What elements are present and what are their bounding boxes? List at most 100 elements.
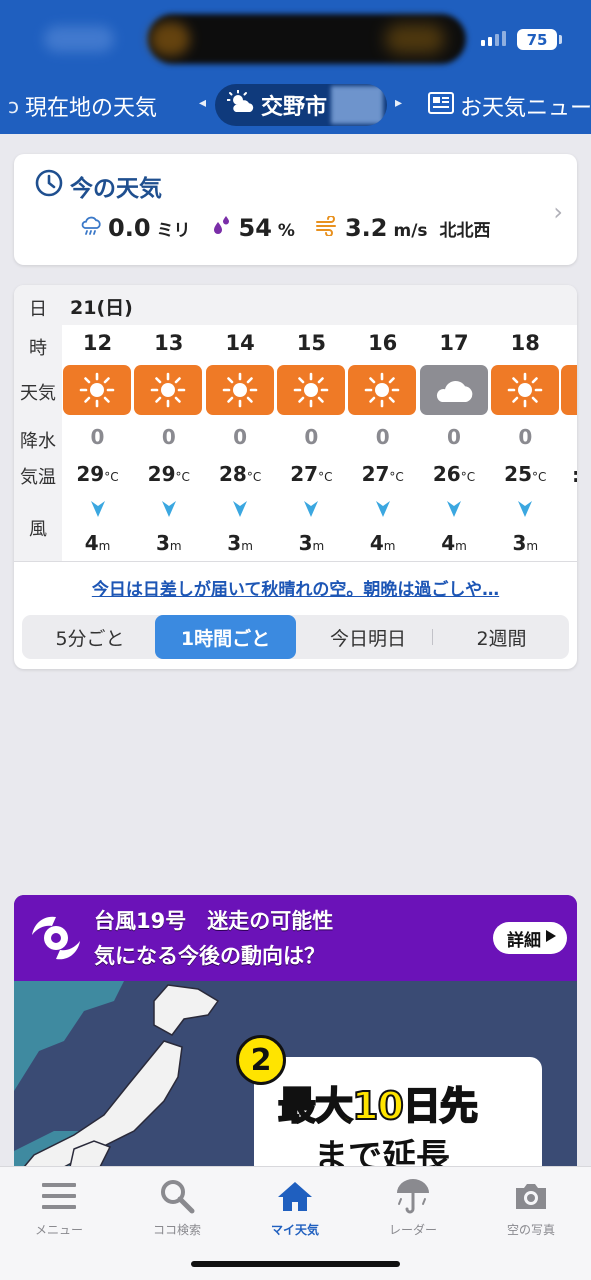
wind-direction-arrow-icon [62, 500, 133, 522]
cloud-icon [419, 365, 488, 415]
sun-icon [63, 365, 131, 415]
divider [14, 561, 577, 562]
chevron-right-icon: › [553, 198, 563, 226]
wind-speed-value: 3m [490, 531, 561, 555]
sun-icon [348, 365, 417, 415]
wind-number: 3 [155, 531, 170, 555]
home-indicator [191, 1261, 400, 1267]
temp-value: 28°C [205, 462, 276, 486]
current-weather-card[interactable]: 今の天気 0.0 ミリ 54 % 3.2 m/s 北北西 › [14, 154, 577, 265]
temp-unit: °C [532, 470, 547, 484]
hour-label: 16 [368, 331, 398, 355]
wind-speed-value: 3m [276, 531, 347, 555]
hour-column: 16 0 27°C 4m [347, 285, 418, 561]
tab-my-weather[interactable]: マイ天気 [236, 1175, 354, 1238]
wind-direction-arrow-icon [133, 500, 204, 522]
temp-value: 26°C [419, 462, 490, 486]
wind-speed-value: 4m [347, 531, 418, 555]
promo-subline: まで延長 [314, 1137, 450, 1167]
rain-value: 0 [161, 425, 176, 449]
row-labels: 日 時 天気 降水 気温 風 [14, 285, 62, 561]
umbrella-icon [354, 1175, 472, 1217]
wind-number: 4 [84, 531, 99, 555]
typhoon-banner[interactable]: 台風19号 迷走の可能性 気になる今後の動向は？ 詳細 2 最大10日先 まで延… [14, 895, 577, 1167]
nav-next-arrow-icon[interactable]: ▸ [395, 95, 402, 111]
temp-unit: °C [460, 470, 476, 484]
hour-column: 14 0 28°C 3m [205, 285, 276, 561]
hour-label: 15 [296, 331, 326, 355]
nav-weather-news[interactable]: お天気ニュー [428, 90, 591, 122]
label-day: 日 [29, 299, 47, 320]
segment-1hour[interactable]: 1時間ごと [155, 615, 296, 659]
temp-number: 29 [76, 462, 105, 486]
hour-column: 18 0 25°C 3m [490, 285, 561, 561]
top-navigation: ↄ 現在地の天気 ◂ 交野市 ▸ お天気ニュー [0, 78, 591, 134]
signal-icon [481, 31, 506, 46]
redacted-part [150, 22, 190, 56]
nav-prev-arrow-icon[interactable]: ◂ [199, 95, 206, 111]
location-icon: ↄ [8, 94, 19, 118]
camera-icon [472, 1175, 590, 1217]
hour-label: 17 [439, 331, 469, 355]
wind-speed-value: 3m [205, 531, 276, 555]
status-bar: 75 [0, 0, 591, 78]
wind-number: 3 [227, 531, 242, 555]
nav-right-label: お天気ニュー [460, 96, 591, 121]
tab-sky-photos-label: 空の写真 [506, 1223, 555, 1237]
nav-my-location[interactable]: 交野市 [215, 84, 387, 126]
label-weather: 天気 [20, 383, 56, 404]
hour-column: 13 0 29°C 3m [133, 285, 204, 561]
temp-value: 27°C [347, 462, 418, 486]
wind-direction-arrow-icon [419, 500, 490, 522]
wind-number: 3 [512, 531, 527, 555]
partly-sunny-icon [226, 89, 255, 120]
battery-tip [559, 35, 562, 44]
banner-headline-1: 台風19号 迷走の可能性 [94, 909, 334, 933]
tab-search[interactable]: ココ検索 [118, 1175, 236, 1238]
hour-label: 13 [154, 331, 184, 355]
segment-2weeks[interactable]: 2週間 [434, 615, 569, 659]
temp-number: 27 [361, 462, 390, 486]
wind-unit: m [169, 539, 182, 553]
hour-column: 12 0 29°C 4m [62, 285, 133, 561]
temp-number: 26 [432, 462, 461, 486]
tab-menu[interactable]: メニュー [0, 1175, 118, 1238]
redacted-time [44, 26, 114, 52]
wind-direction-arrow-icon [205, 500, 276, 522]
interval-segmented-control: 5分ごと 1時間ごと 今日明日 2週間 [22, 615, 569, 659]
play-triangle-icon [545, 928, 557, 948]
battery-icon: 75 [517, 29, 557, 50]
temp-value: 25°C [490, 462, 561, 486]
temp-unit: °C [389, 470, 404, 484]
current-weather-title: 今の天気 [34, 168, 162, 204]
temp-number: 28 [218, 462, 247, 486]
tab-radar[interactable]: レーダー [354, 1175, 472, 1238]
label-wind: 風 [29, 519, 47, 540]
segment-today-tomorrow[interactable]: 今日明日 [300, 615, 436, 659]
menu-icon [0, 1175, 118, 1217]
wind-number: 4 [441, 531, 456, 555]
forecast-comment-link[interactable]: 今日は日差しが届いて秋晴れの空。朝晩は過ごしや… [14, 575, 577, 600]
hour-label: 14 [225, 331, 255, 355]
sun-icon [276, 365, 345, 415]
tab-sky-photos[interactable]: 空の写真 [472, 1175, 590, 1238]
hour-label: 12 [82, 331, 113, 355]
banner-detail-button[interactable]: 詳細 [493, 922, 567, 954]
banner-header: 台風19号 迷走の可能性 気になる今後の動向は？ 詳細 [14, 895, 577, 981]
rain-value: 0 [375, 425, 390, 449]
label-hour: 時 [29, 338, 47, 359]
segment-separator [432, 629, 433, 645]
temp-value: 29°C [62, 462, 133, 486]
sun-icon [205, 365, 274, 415]
redacted-part [385, 24, 445, 54]
rain-value: 0 [90, 425, 105, 449]
temp-unit: °C [104, 470, 119, 484]
temp-number: 29 [147, 462, 176, 486]
nav-current-location[interactable]: ↄ 現在地の天気 [8, 90, 157, 122]
promo-headline: 最大10日先 [277, 1083, 479, 1129]
sun-icon [490, 365, 559, 415]
wind-value: 3.2 [344, 214, 388, 242]
tab-search-label: ココ検索 [152, 1223, 201, 1237]
segment-5min[interactable]: 5分ごと [22, 615, 158, 659]
search-icon [118, 1175, 236, 1217]
